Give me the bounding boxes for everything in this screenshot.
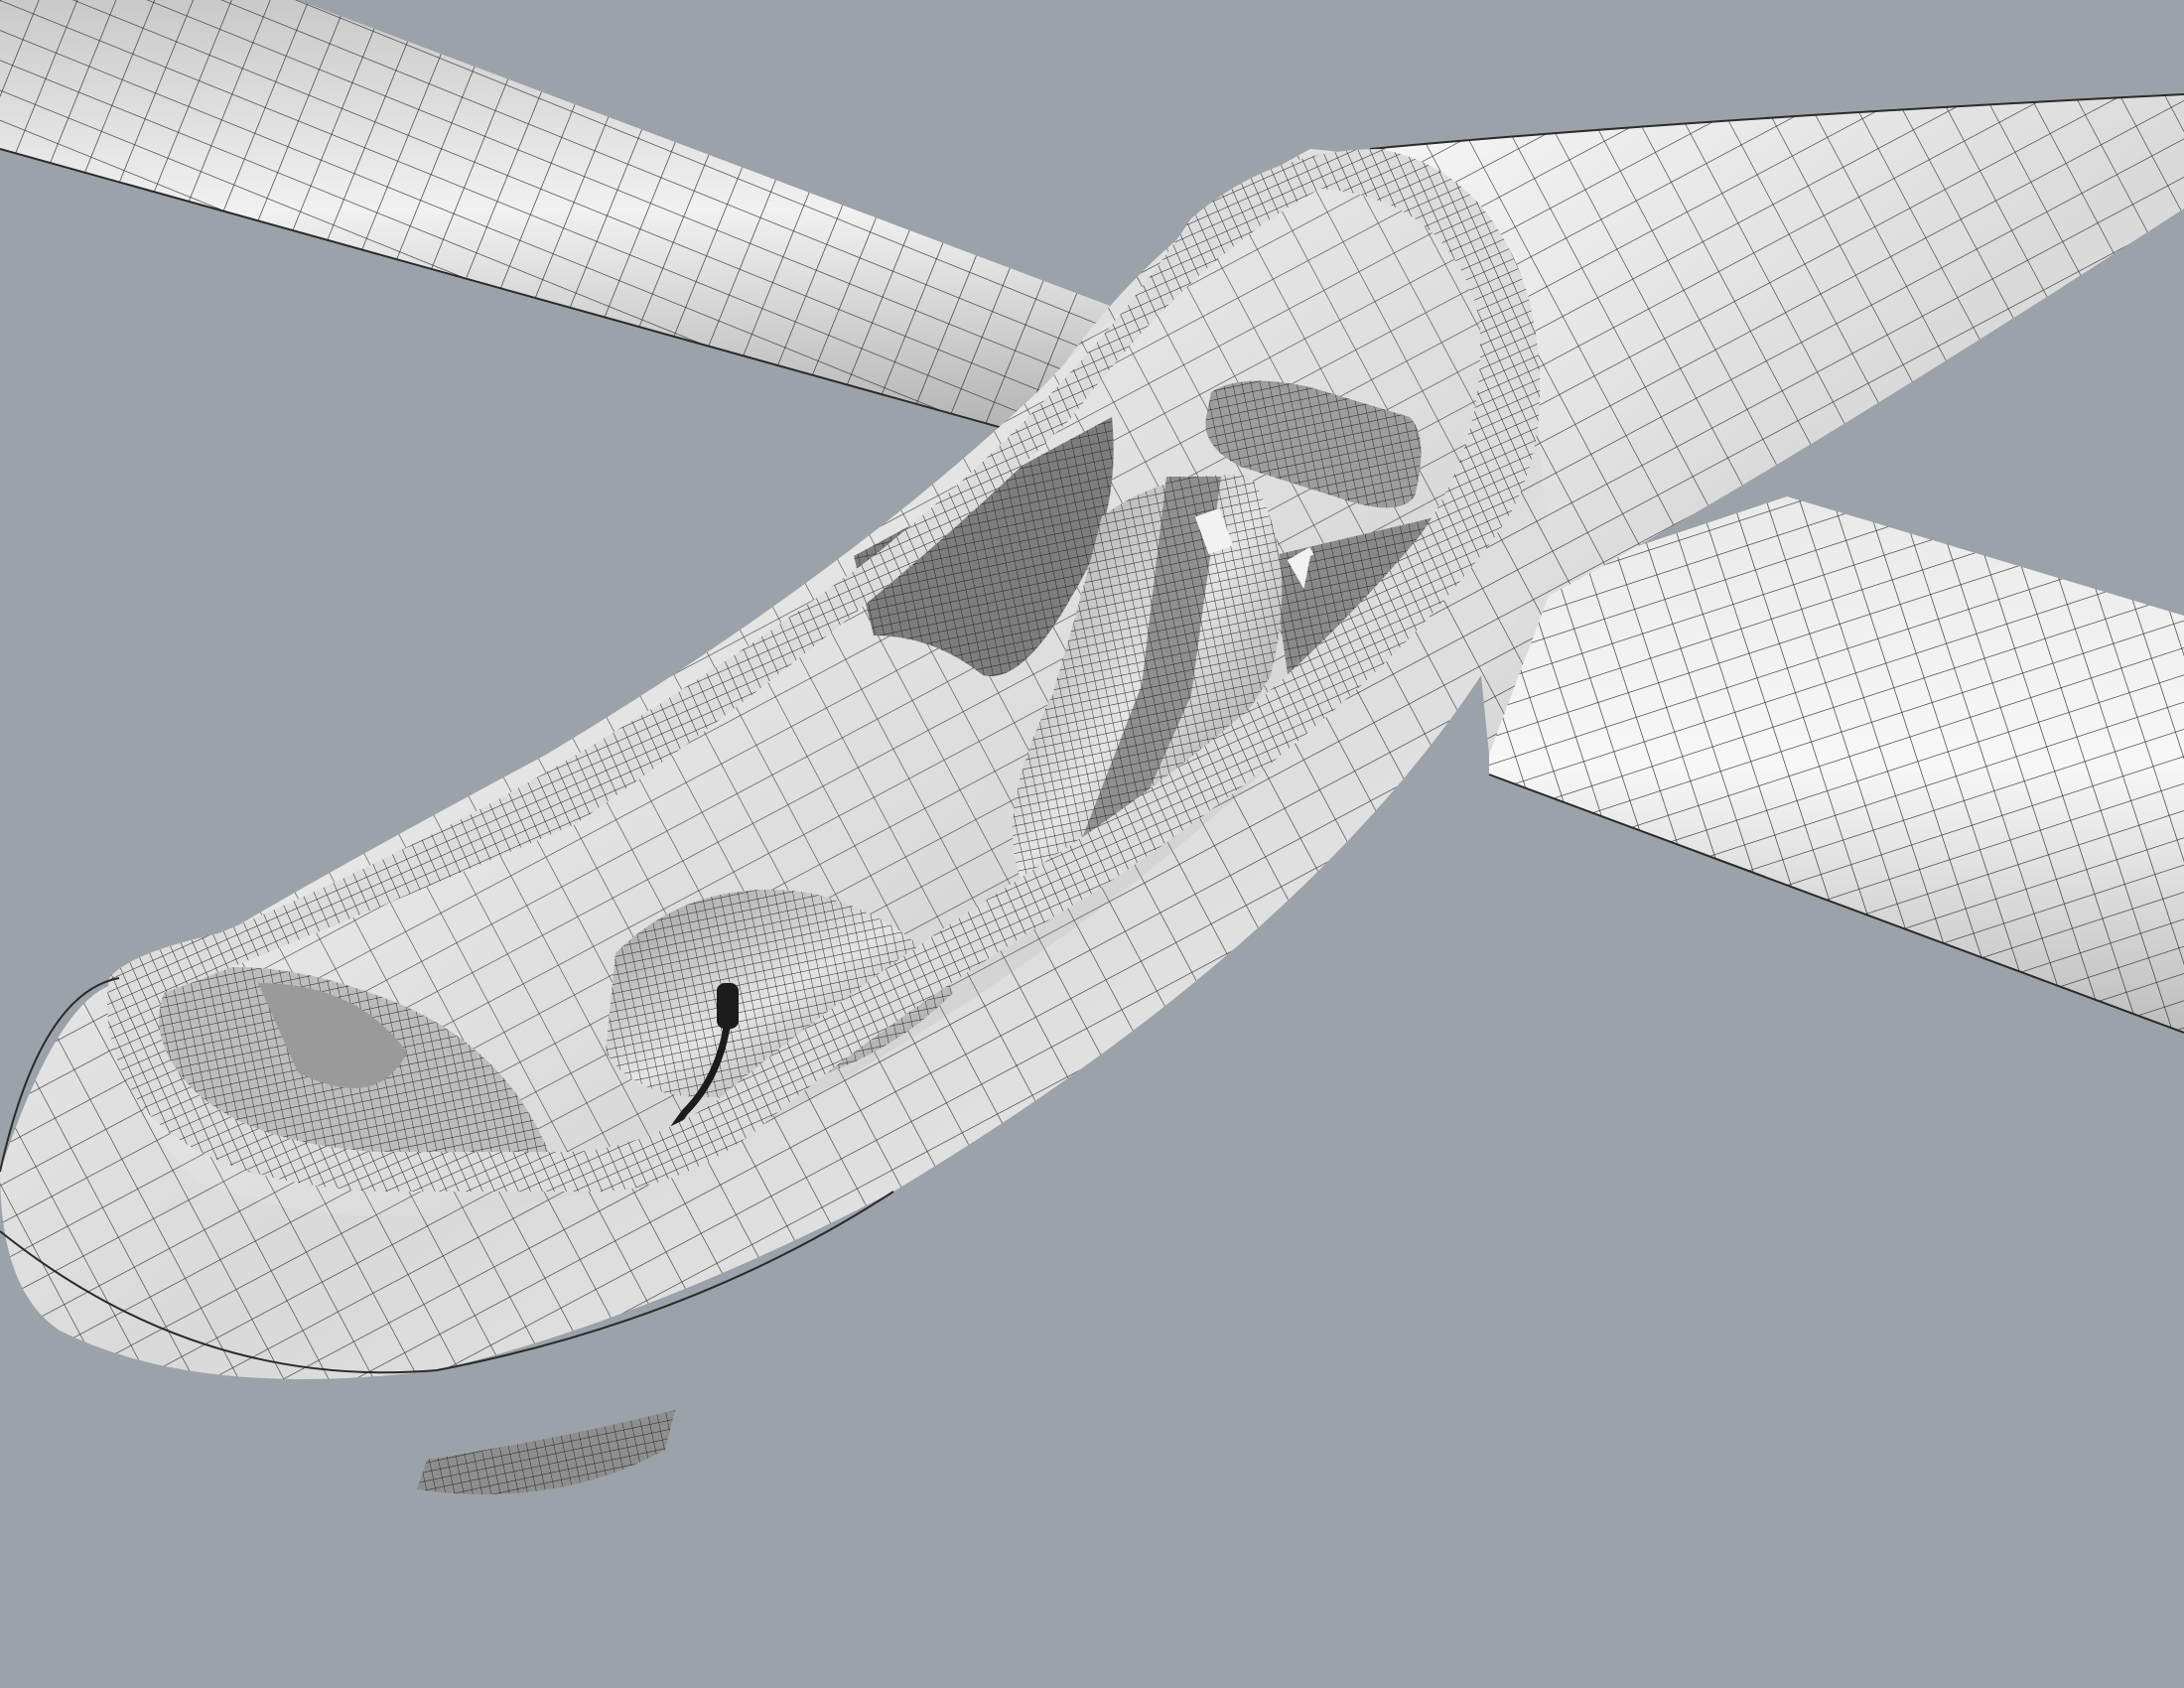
- left-wing[interactable]: [0, 0, 1143, 468]
- wheel-fairing: [417, 1410, 675, 1494]
- glider-wireframe-model[interactable]: [0, 0, 2184, 1688]
- right-wing[interactable]: [1488, 496, 2184, 1034]
- 3d-viewport[interactable]: [0, 0, 2184, 1688]
